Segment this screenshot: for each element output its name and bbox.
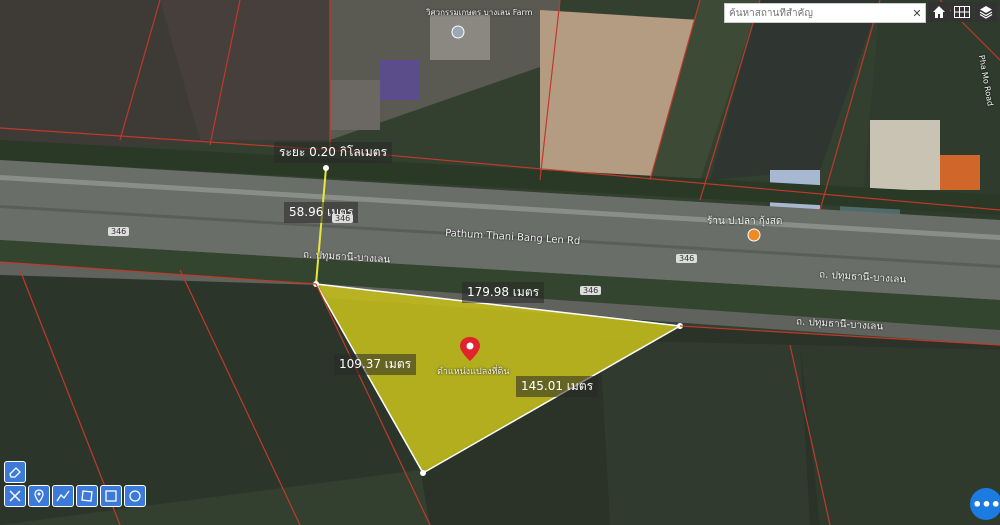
close-icon[interactable]: ✕ [909,7,925,20]
polygon-tool[interactable] [76,485,98,507]
cross-tool[interactable] [4,485,26,507]
search-input[interactable] [725,7,909,19]
poi-marker-icon [451,25,465,39]
rectangle-icon [105,490,117,502]
route-shield-icon: 346 [332,214,354,223]
marker-tool[interactable] [28,485,50,507]
home-button[interactable] [928,2,950,22]
route-shield-icon: 346 [580,286,602,295]
rectangle-tool[interactable] [100,485,122,507]
route-shield-icon: 346 [108,227,130,236]
map-pin-icon [34,489,44,503]
polygon-icon [81,490,93,502]
right-edge-label: 145.01 เมตร [516,376,599,397]
home-icon [933,6,945,18]
top-edge-label: 179.98 เมตร [462,282,545,303]
circle-tool[interactable] [124,485,146,507]
eraser-icon [9,467,21,478]
grid-icon [954,6,970,18]
parcel-label: ตำแหน่งแปลงที่ดิน [437,367,510,377]
line-tool[interactable] [52,485,74,507]
layers-icon [979,6,993,19]
polyline-icon [56,490,70,502]
circle-icon [129,490,141,502]
route-shield-icon: 346 [676,254,698,263]
shop-label: ร้าน ป.ปลา กุ้งสด [707,216,783,227]
farm-label: วิศวกรรมเกษตร บางเลน Farm [426,8,533,17]
left-edge-label: 109.37 เมตร [334,354,417,375]
more-options-button[interactable]: ••• [970,488,1000,520]
poi-marker-icon [747,228,761,242]
search-box: ✕ [724,3,926,23]
cross-tools-icon [9,490,21,502]
grid-button[interactable] [951,2,973,22]
satellite-map[interactable] [0,0,1000,525]
top-distance-label: ระยะ 0.20 กิโลเมตร [274,142,393,163]
layers-button[interactable] [975,2,997,22]
eraser-tool[interactable] [4,461,26,483]
